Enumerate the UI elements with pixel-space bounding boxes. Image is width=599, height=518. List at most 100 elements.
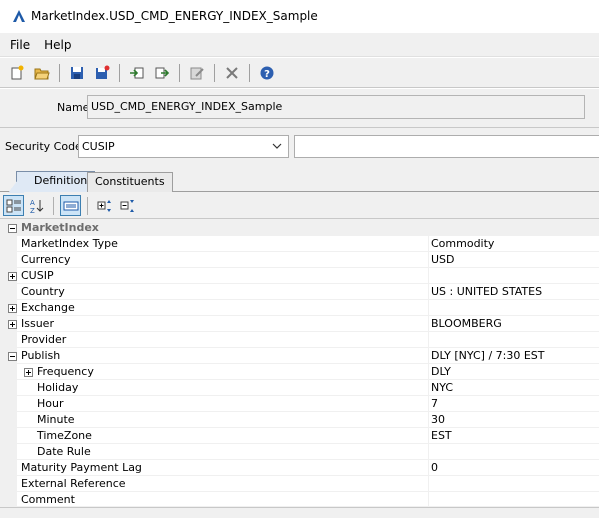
security-code-label: Security Code (5, 140, 82, 153)
property-value[interactable]: EST (431, 428, 452, 444)
collapse-icon[interactable] (8, 352, 17, 361)
property-grid-toolbar: A Z (0, 193, 599, 219)
svg-text:?: ? (264, 69, 270, 80)
property-label: Issuer (21, 317, 54, 330)
property-value[interactable]: US : UNITED STATES (431, 284, 542, 300)
column-divider (428, 428, 429, 444)
row-gutter (0, 364, 17, 380)
column-divider (428, 460, 429, 476)
row-gutter (0, 380, 17, 396)
column-divider (428, 364, 429, 380)
row-gutter (0, 252, 17, 268)
property-row[interactable]: Provider (0, 332, 599, 348)
tab-definition[interactable]: Definition (7, 171, 96, 193)
property-label: Minute (37, 413, 75, 426)
column-divider (428, 492, 429, 506)
property-row[interactable]: Holiday NYC (0, 380, 599, 396)
name-field[interactable]: USD_CMD_ENERGY_INDEX_Sample (87, 95, 585, 119)
edit-button[interactable] (186, 62, 207, 83)
help-button[interactable]: ? (256, 62, 277, 83)
new-button[interactable] (6, 62, 27, 83)
property-row[interactable]: CUSIP (0, 268, 599, 284)
delete-button[interactable] (221, 62, 242, 83)
property-value[interactable]: NYC (431, 380, 453, 396)
sort-alphabetical-button[interactable]: A Z (26, 195, 47, 216)
property-row[interactable]: Hour 7 (0, 396, 599, 412)
row-gutter (0, 284, 17, 300)
property-row[interactable]: Minute 30 (0, 412, 599, 428)
security-code-input[interactable] (294, 135, 599, 158)
property-value[interactable]: 0 (431, 460, 438, 476)
property-row[interactable]: External Reference (0, 476, 599, 492)
security-code-select[interactable]: CUSIP (78, 135, 289, 158)
status-bar (0, 507, 599, 518)
row-gutter (0, 396, 17, 412)
property-row[interactable]: Exchange (0, 300, 599, 316)
name-label: Name (57, 101, 90, 114)
app-icon (13, 10, 25, 22)
row-gutter (0, 492, 17, 506)
property-label: Exchange (21, 301, 75, 314)
save-button[interactable] (66, 62, 87, 83)
categorized-button[interactable] (3, 195, 24, 216)
expand-all-button[interactable] (94, 195, 115, 216)
column-divider (428, 396, 429, 412)
column-divider (428, 380, 429, 396)
export-button[interactable] (151, 62, 172, 83)
property-label: Hour (37, 397, 64, 410)
column-divider (428, 252, 429, 268)
property-row[interactable]: Issuer BLOOMBERG (0, 316, 599, 332)
property-value[interactable]: BLOOMBERG (431, 316, 502, 332)
property-row[interactable]: Comment (0, 492, 599, 506)
menu-help[interactable]: Help (37, 33, 78, 57)
toolbar-separator (59, 63, 60, 82)
property-label: Currency (21, 253, 71, 266)
save-as-icon (95, 65, 109, 79)
property-value[interactable]: 7 (431, 396, 438, 412)
property-value[interactable]: USD (431, 252, 455, 268)
property-label: Frequency (37, 365, 94, 378)
categorized-icon (6, 199, 21, 212)
collapse-all-button[interactable] (117, 195, 138, 216)
expand-icon[interactable] (8, 272, 17, 281)
property-value[interactable]: 30 (431, 412, 445, 428)
toolbar-separator (179, 63, 180, 82)
property-row[interactable]: Publish DLY [NYC] / 7:30 EST (0, 348, 599, 364)
property-row[interactable]: Maturity Payment Lag 0 (0, 460, 599, 476)
property-pages-button[interactable] (60, 195, 81, 216)
tab-constituents[interactable]: Constituents (87, 172, 173, 192)
property-label: Comment (21, 493, 75, 506)
main-panel: Name USD_CMD_ENERGY_INDEX_Sample Securit… (0, 89, 599, 518)
chevron-down-icon (272, 143, 282, 149)
property-row[interactable]: MarketIndex Type Commodity (0, 236, 599, 252)
column-divider (428, 348, 429, 364)
expand-icon[interactable] (8, 320, 17, 329)
property-row[interactable]: Country US : UNITED STATES (0, 284, 599, 300)
svg-text:Z: Z (30, 207, 35, 214)
collapse-icon[interactable] (8, 224, 17, 233)
column-divider (428, 316, 429, 332)
expand-icon[interactable] (24, 368, 33, 377)
toolbar-separator (214, 63, 215, 82)
row-gutter (0, 428, 17, 444)
column-divider (428, 268, 429, 284)
property-value[interactable]: Commodity (431, 236, 494, 252)
toolbar-separator (249, 63, 250, 82)
property-row[interactable]: Currency USD (0, 252, 599, 268)
expand-icon[interactable] (8, 304, 17, 313)
row-gutter (0, 412, 17, 428)
category-row[interactable]: MarketIndex (0, 220, 599, 236)
property-row[interactable]: Frequency DLY (0, 364, 599, 380)
title-bar: MarketIndex.USD_CMD_ENERGY_INDEX_Sample (0, 0, 599, 32)
import-button[interactable] (126, 62, 147, 83)
property-value[interactable]: DLY (431, 364, 451, 380)
menu-file[interactable]: File (3, 33, 37, 57)
save-as-button[interactable] (91, 62, 112, 83)
open-button[interactable] (31, 62, 52, 83)
save-icon (70, 66, 83, 79)
main-toolbar: ? (0, 58, 599, 88)
property-value[interactable]: DLY [NYC] / 7:30 EST (431, 348, 545, 364)
property-row[interactable]: TimeZone EST (0, 428, 599, 444)
property-row[interactable]: Date Rule (0, 444, 599, 460)
tab-strip: Definition Constituents (0, 171, 599, 193)
